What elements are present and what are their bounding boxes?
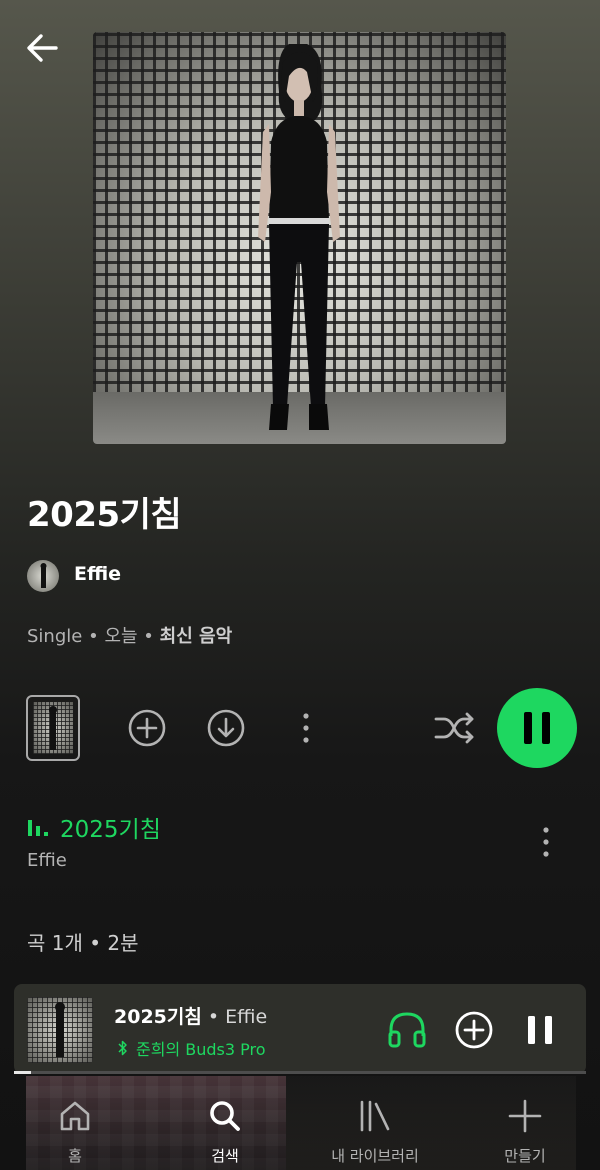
- mini-track-title: 2025기침: [114, 1006, 202, 1028]
- plus-circle-icon: [128, 709, 166, 747]
- preview-thumbnail-button[interactable]: [26, 695, 80, 761]
- nav-home[interactable]: 홈: [0, 1076, 150, 1170]
- nav-library-label: 내 라이브러리: [331, 1147, 419, 1165]
- track-more-button[interactable]: [532, 824, 560, 860]
- album-title: 2025기침: [27, 495, 182, 535]
- meta-separator: •: [88, 626, 99, 647]
- arrow-left-icon: [27, 34, 58, 62]
- more-options-button[interactable]: [294, 708, 318, 748]
- search-icon: [210, 1101, 240, 1131]
- nav-search-label: 검색: [211, 1147, 239, 1165]
- library-icon: [360, 1100, 390, 1132]
- mini-player[interactable]: 2025기침 • Effie 준희의 Buds3 Pro: [14, 984, 586, 1074]
- more-vertical-icon: [543, 827, 549, 857]
- bottom-nav: 홈 검색 내 라이브러리 만들기: [0, 1076, 600, 1170]
- connect-device-button[interactable]: [385, 1008, 429, 1052]
- plus-circle-icon: [455, 1011, 493, 1049]
- mini-track-artist: Effie: [225, 1006, 268, 1028]
- release-type: Single: [27, 626, 83, 647]
- nav-home-label: 홈: [68, 1147, 82, 1165]
- nav-search[interactable]: 검색: [150, 1076, 300, 1170]
- mini-player-title: 2025기침 • Effie: [114, 1002, 267, 1029]
- track-title: 2025기침: [60, 817, 161, 843]
- plus-icon: [508, 1099, 542, 1133]
- pause-button[interactable]: [497, 688, 577, 768]
- shuffle-icon: [434, 712, 474, 744]
- bluetooth-icon: [118, 1040, 127, 1056]
- artist-avatar[interactable]: [27, 560, 59, 592]
- download-button[interactable]: [206, 708, 246, 748]
- release-tag: 최신 음악: [159, 626, 233, 647]
- release-date: 오늘: [104, 626, 138, 647]
- download-icon: [207, 709, 245, 747]
- tracklist-summary: 곡 1개 • 2분: [27, 931, 139, 955]
- nav-create[interactable]: 만들기: [450, 1076, 600, 1170]
- pause-icon: [524, 712, 550, 744]
- album-cover: [93, 32, 506, 444]
- artist-name[interactable]: Effie: [74, 563, 121, 585]
- nav-library[interactable]: 내 라이브러리: [300, 1076, 450, 1170]
- add-to-library-button[interactable]: [127, 708, 167, 748]
- mini-add-button[interactable]: [454, 1010, 494, 1050]
- pause-icon: [528, 1016, 552, 1044]
- home-icon: [60, 1101, 90, 1131]
- cover-figure: [258, 44, 340, 430]
- mini-player-cover: [27, 997, 93, 1063]
- back-button[interactable]: [22, 28, 62, 68]
- mini-separator: •: [207, 1006, 220, 1028]
- nav-create-label: 만들기: [504, 1147, 546, 1165]
- playback-progress-fill: [14, 1071, 32, 1074]
- meta-separator: •: [143, 626, 154, 647]
- track-artist: Effie: [27, 850, 67, 871]
- connected-device: 준희의 Buds3 Pro: [118, 1036, 266, 1060]
- equalizer-icon: [28, 820, 48, 836]
- shuffle-button[interactable]: [432, 710, 476, 746]
- more-vertical-icon: [303, 713, 309, 743]
- device-name: 준희의 Buds3 Pro: [136, 1040, 266, 1059]
- headphones-icon: [388, 1012, 426, 1048]
- album-meta: Single • 오늘 • 최신 음악: [27, 622, 232, 648]
- mini-pause-button[interactable]: [522, 1010, 558, 1050]
- playback-progress[interactable]: [14, 1071, 586, 1074]
- track-row[interactable]: 2025기침 Effie: [0, 800, 600, 880]
